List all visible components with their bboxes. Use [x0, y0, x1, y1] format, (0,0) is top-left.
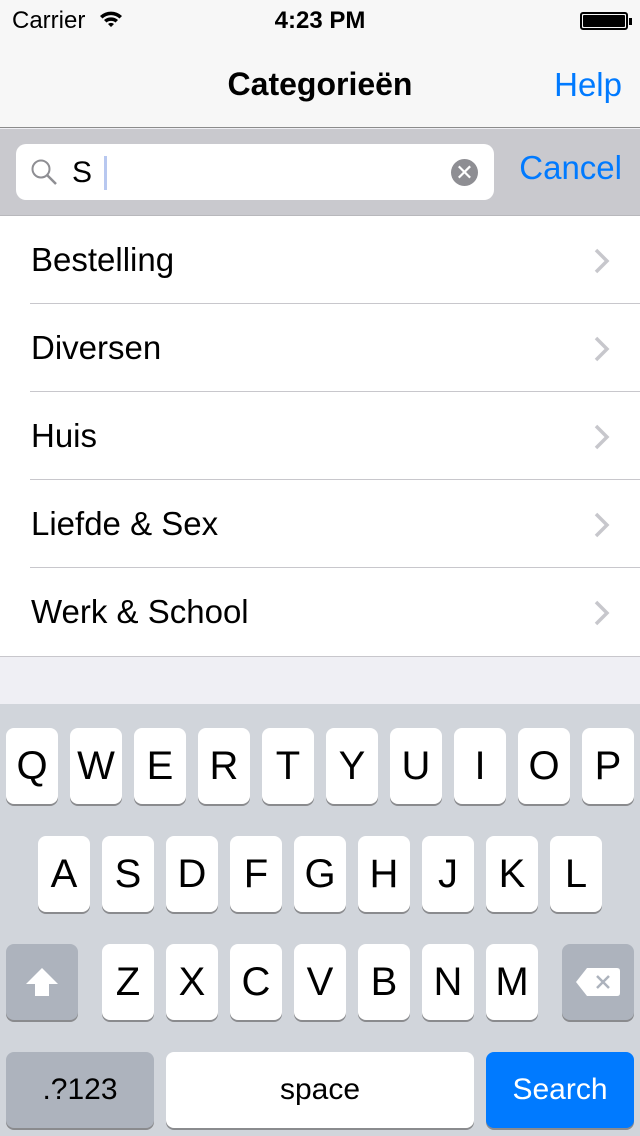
key-d[interactable]: D	[166, 836, 218, 912]
chevron-right-icon	[594, 248, 610, 274]
key-t[interactable]: T	[262, 728, 314, 804]
list-item-label: Liefde & Sex	[31, 505, 219, 542]
key-n[interactable]: N	[422, 944, 474, 1020]
chevron-right-icon	[594, 336, 610, 362]
search-icon	[31, 159, 57, 185]
key-x[interactable]: X	[166, 944, 218, 1020]
list-item-label: Bestelling	[31, 241, 175, 278]
text-cursor	[104, 156, 107, 190]
chevron-right-icon	[594, 600, 610, 626]
battery-icon	[580, 12, 632, 30]
search-bar: S ✕ Cancel	[0, 129, 640, 216]
key-h[interactable]: H	[358, 836, 410, 912]
key-p[interactable]: P	[582, 728, 634, 804]
key-y[interactable]: Y	[326, 728, 378, 804]
key-i[interactable]: I	[454, 728, 506, 804]
shift-icon	[26, 968, 58, 996]
key-s[interactable]: S	[102, 836, 154, 912]
numbers-key[interactable]: .?123	[6, 1052, 154, 1128]
search-key[interactable]: Search	[486, 1052, 634, 1128]
key-z[interactable]: Z	[102, 944, 154, 1020]
list-item-label: Huis	[31, 417, 98, 454]
category-list: Bestelling Diversen Huis Liefde & Sex Werk &…	[0, 216, 640, 657]
chevron-right-icon	[594, 424, 610, 450]
keyboard: Q W E R T Y U I O P A S D F G H J K L Z X C V B N M .?123 space Sear…	[0, 704, 640, 1136]
key-r[interactable]: R	[198, 728, 250, 804]
search-value: S	[72, 156, 93, 189]
chevron-right-icon	[594, 512, 610, 538]
key-j[interactable]: J	[422, 836, 474, 912]
list-item[interactable]: Huis	[0, 392, 640, 480]
key-e[interactable]: E	[134, 728, 186, 804]
search-input[interactable]: S ✕	[16, 144, 494, 200]
shift-key[interactable]	[6, 944, 78, 1020]
key-w[interactable]: W	[70, 728, 122, 804]
key-g[interactable]: G	[294, 836, 346, 912]
page-title: Categorieën	[227, 66, 413, 102]
help-button[interactable]: Help	[554, 66, 622, 104]
key-a[interactable]: A	[38, 836, 90, 912]
clock: 4:23 PM	[274, 7, 366, 34]
key-v[interactable]: V	[294, 944, 346, 1020]
list-item[interactable]: Liefde & Sex	[0, 480, 640, 568]
key-l[interactable]: L	[550, 836, 602, 912]
key-f[interactable]: F	[230, 836, 282, 912]
list-item[interactable]: Werk & School	[0, 568, 640, 656]
space-key[interactable]: space	[166, 1052, 474, 1128]
navigation-bar: Categorieën Help	[0, 40, 640, 128]
key-c[interactable]: C	[230, 944, 282, 1020]
key-k[interactable]: K	[486, 836, 538, 912]
key-m[interactable]: M	[486, 944, 538, 1020]
key-q[interactable]: Q	[6, 728, 58, 804]
key-o[interactable]: O	[518, 728, 570, 804]
clear-icon[interactable]: ✕	[451, 159, 478, 186]
list-item-label: Diversen	[31, 329, 162, 366]
delete-key[interactable]	[562, 944, 634, 1020]
status-bar: Carrier 4:23 PM	[0, 0, 640, 40]
list-item[interactable]: Bestelling	[0, 216, 640, 304]
key-u[interactable]: U	[390, 728, 442, 804]
backspace-icon	[576, 968, 620, 996]
list-item[interactable]: Diversen	[0, 304, 640, 392]
list-item-label: Werk & School	[31, 593, 249, 630]
cancel-button[interactable]: Cancel	[519, 149, 622, 187]
key-b[interactable]: B	[358, 944, 410, 1020]
